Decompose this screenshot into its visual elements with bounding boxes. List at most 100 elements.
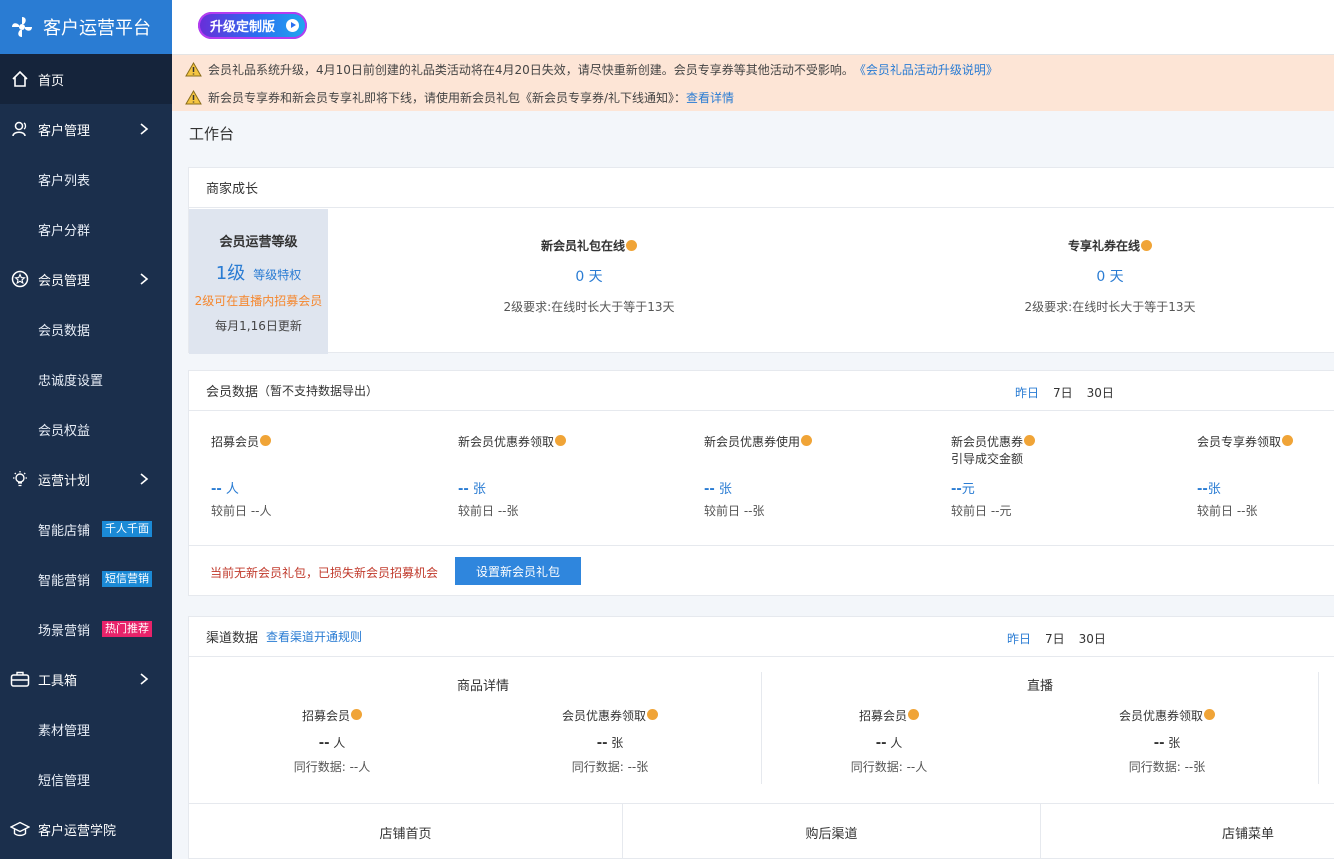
channel-metric-unit: 人 <box>886 736 903 750</box>
metric-item: 会员专享券领取 --张 较前日 --张 <box>1197 434 1334 518</box>
level-update: 每月1,16日更新 <box>215 319 302 333</box>
card-title: 会员数据 <box>206 385 259 400</box>
nav-smart-shop-label: 智能店铺 <box>38 523 91 539</box>
channel-metric: 招募会员 -- 人 同行数据: --人 <box>232 707 432 775</box>
star-circle-icon <box>10 269 30 289</box>
help-icon[interactable] <box>555 435 567 446</box>
warning-icon <box>185 61 202 76</box>
channel-data-card: 渠道数据 查看渠道开通规则 昨日 7日 30日 商品详情 招募会员 -- 人 同行数据… <box>188 616 1334 859</box>
customer-icon <box>10 119 30 139</box>
divider <box>1318 672 1319 784</box>
channel-rules-link[interactable]: 查看渠道开通规则 <box>266 628 362 645</box>
nav-toolbox[interactable]: 工具箱 <box>0 654 172 704</box>
logo-icon <box>12 17 32 37</box>
play-icon <box>286 19 299 32</box>
notice-link[interactable]: 《会员礼品活动升级说明》 <box>854 61 998 78</box>
metric-value-number: -- <box>211 482 222 497</box>
channel-metric-value: -- 张 <box>1067 734 1267 751</box>
channel-metric-title-text: 会员优惠券领取 <box>561 709 646 723</box>
channel-metric: 会员优惠券领取 -- 张 同行数据: --张 <box>1067 707 1267 775</box>
channel-metric-title-text: 招募会员 <box>301 709 350 723</box>
no-gift-warning: 当前无新会员礼包，已损失新会员招募机会 <box>210 566 439 580</box>
range-tab[interactable]: 昨日 <box>1007 632 1031 646</box>
nav-customer-group[interactable]: 客户分群 <box>0 204 172 254</box>
metric-unit: 张 <box>1207 482 1221 497</box>
card-subtitle: （暂不支持数据导出） <box>258 384 379 398</box>
help-icon[interactable] <box>1204 709 1215 720</box>
help-icon[interactable] <box>1141 240 1152 251</box>
metric-title-text: 新会员优惠券使用 <box>704 435 801 449</box>
help-icon[interactable] <box>1282 435 1294 446</box>
home-icon <box>10 69 30 89</box>
metric-unit: 元 <box>961 482 975 497</box>
upgrade-button[interactable]: 升级定制版 <box>198 12 307 39</box>
metric-title: 新会员优惠券 引导成交金额 <box>951 434 1151 468</box>
channel-metric-peer: 同行数据: --张 <box>1128 760 1206 774</box>
nav-loyalty[interactable]: 忠诚度设置 <box>0 354 172 404</box>
nav-customer-mgmt[interactable]: 客户管理 <box>0 104 172 154</box>
metric-unit: 人 <box>221 482 239 497</box>
card-title: 渠道数据 <box>206 631 259 646</box>
metric-value-number: -- <box>458 482 469 497</box>
range-tab[interactable]: 7日 <box>1045 632 1065 646</box>
help-icon[interactable] <box>626 240 637 251</box>
notice-item: 会员礼品系统升级，4月10日前创建的礼品类活动将在4月20日失效，请尽快重新创建… <box>172 55 1334 83</box>
date-range-tabs: 昨日 7日 30日 <box>1007 630 1120 647</box>
growth-item: 新会员礼包在线 0 天 2级要求:在线时长大于等于13天 <box>439 237 739 315</box>
nav-member-mgmt-label: 会员管理 <box>38 273 91 289</box>
nav-member-mgmt[interactable]: 会员管理 <box>0 254 172 304</box>
growth-item-title-row: 专享礼券在线 <box>960 237 1260 254</box>
nav-smart-marketing[interactable]: 智能营销 短信营销 <box>0 554 172 604</box>
notice-bar: 会员礼品系统升级，4月10日前创建的礼品类活动将在4月20日失效，请尽快重新创建… <box>172 55 1334 111</box>
range-tab[interactable]: 7日 <box>1053 386 1073 400</box>
metric-compare: 较前日 --元 <box>951 504 1012 518</box>
help-icon[interactable] <box>260 435 272 446</box>
help-icon[interactable] <box>908 709 919 720</box>
range-tab[interactable]: 30日 <box>1087 386 1114 400</box>
metric-title: 会员专享券领取 <box>1197 434 1334 451</box>
member-data-card: 会员数据 （暂不支持数据导出） 昨日 7日 30日 招募会员 -- 人 较前日 --人… <box>188 370 1334 596</box>
metric-title: 招募会员 <box>211 434 411 451</box>
level-privilege-link[interactable]: 等级特权 <box>253 268 301 282</box>
set-new-member-gift-button[interactable]: 设置新会员礼包 <box>455 557 581 585</box>
channel-entry[interactable]: 购后渠道 <box>623 804 1041 859</box>
help-icon[interactable] <box>1024 435 1036 446</box>
date-range-tabs: 昨日 7日 30日 <box>1015 384 1128 401</box>
nav-home[interactable]: 首页 <box>0 54 172 104</box>
help-icon[interactable] <box>647 709 658 720</box>
help-icon[interactable] <box>351 709 362 720</box>
card-title: 商家成长 <box>189 168 1334 208</box>
nav-ops-plan[interactable]: 运营计划 <box>0 454 172 504</box>
nav-smart-shop[interactable]: 智能店铺 千人千面 <box>0 504 172 554</box>
nav-scene-marketing[interactable]: 场景营销 热门推荐 <box>0 604 172 654</box>
channel-entry[interactable]: 店铺首页 <box>189 804 623 859</box>
channel-metric-number: -- <box>1153 736 1165 751</box>
metric-value: -- 张 <box>458 478 486 497</box>
channel-metric-number: -- <box>875 736 887 751</box>
channel-metric-value: -- 人 <box>232 734 432 751</box>
nav-academy[interactable]: 客户运营学院 <box>0 804 172 854</box>
notice-link[interactable]: 查看详情 <box>686 89 734 106</box>
brand[interactable]: 客户运营平台 <box>0 0 172 54</box>
nav-member-rights[interactable]: 会员权益 <box>0 404 172 454</box>
channel-block-title: 直播 <box>1026 679 1053 694</box>
metric-value: -- 张 <box>704 478 732 497</box>
growth-item-title-row: 新会员礼包在线 <box>439 237 739 254</box>
nav-material[interactable]: 素材管理 <box>0 704 172 754</box>
metric-compare: 较前日 --张 <box>1197 504 1258 518</box>
nav-customer-list[interactable]: 客户列表 <box>0 154 172 204</box>
divider <box>189 545 1334 546</box>
sidebar: 客户运营平台 首页 客户管理 客户列表 客户分群 会员管理 会员数据 忠诚度设置… <box>0 0 172 859</box>
channel-entry[interactable]: 店铺菜单 <box>1041 804 1334 859</box>
range-tab[interactable]: 昨日 <box>1015 386 1039 400</box>
metric-value-number: -- <box>951 482 962 497</box>
nav-member-data[interactable]: 会员数据 <box>0 304 172 354</box>
nav-sms[interactable]: 短信管理 <box>0 754 172 804</box>
channel-metric-unit: 人 <box>329 736 346 750</box>
metric-title-text: 会员专享券领取 <box>1197 435 1282 449</box>
range-tab[interactable]: 30日 <box>1079 632 1106 646</box>
metric-item: 新会员优惠券使用 -- 张 较前日 --张 <box>704 434 904 518</box>
chevron-right-icon <box>140 123 149 135</box>
help-icon[interactable] <box>801 435 813 446</box>
channel-metric-title-text: 招募会员 <box>858 709 907 723</box>
